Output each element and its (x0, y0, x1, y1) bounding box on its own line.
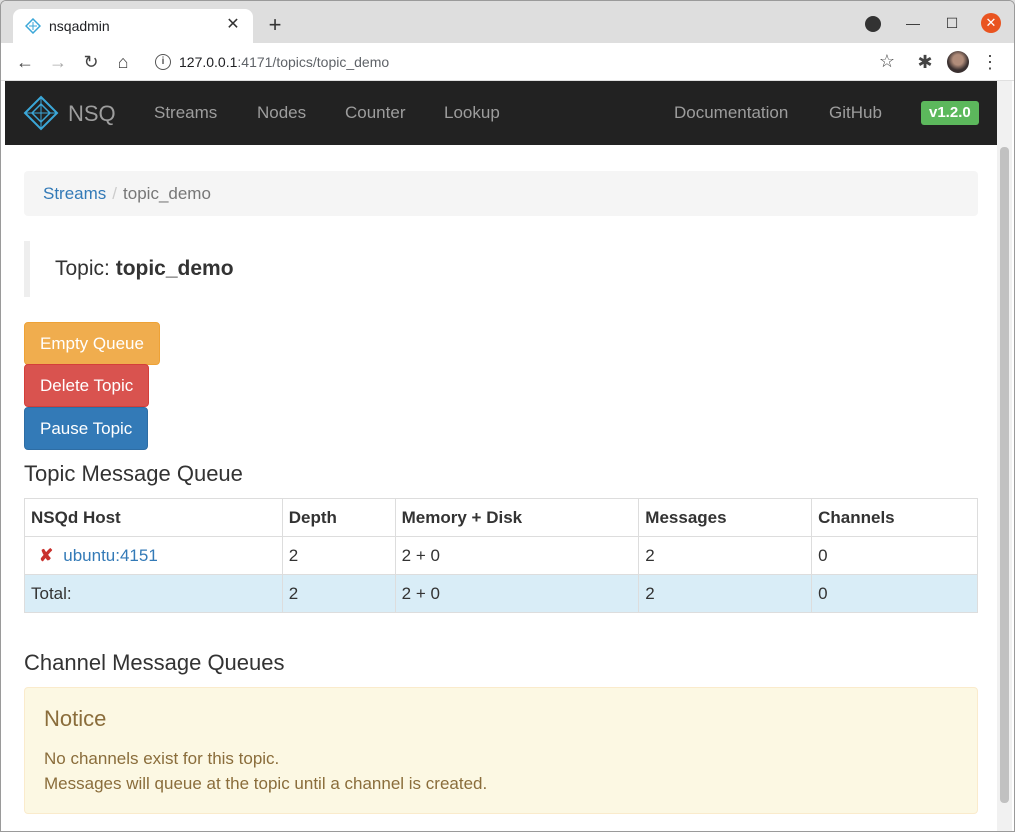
scrollbar-thumb[interactable] (1000, 147, 1009, 803)
delete-topic-button[interactable]: Delete Topic (24, 364, 150, 407)
chrome-menu-down-icon[interactable] (865, 16, 881, 32)
topic-queue-table: NSQd Host Depth Memory + Disk Messages C… (24, 498, 978, 613)
nav-streams[interactable]: Streams (154, 103, 217, 123)
messages-cell: 2 (638, 536, 813, 575)
total-row: Total: 2 2 + 0 2 0 (24, 574, 978, 613)
total-depth: 2 (281, 574, 396, 613)
host-link[interactable]: ubuntu:4151 (63, 546, 158, 565)
minimize-icon[interactable]: — (903, 13, 923, 33)
nav-nodes[interactable]: Nodes (257, 103, 306, 123)
total-label: Total: (24, 574, 283, 613)
maximize-icon[interactable]: ☐ (942, 13, 962, 33)
nav-github[interactable]: GitHub (829, 103, 882, 123)
topic-label: Topic: (55, 257, 110, 280)
back-arrow-icon[interactable]: ← (13, 50, 37, 74)
forward-arrow-icon[interactable]: → (46, 50, 70, 74)
extensions-puzzle-icon[interactable]: ✱ (913, 50, 937, 74)
channel-queue-heading: Channel Message Queues (24, 650, 285, 675)
nav-counter[interactable]: Counter (345, 103, 405, 123)
column-header: Memory + Disk (394, 498, 640, 537)
info-icon[interactable]: i (155, 54, 171, 70)
reload-icon[interactable]: ↻ (79, 50, 103, 74)
table-header-row: NSQd Host Depth Memory + Disk Messages C… (24, 498, 978, 537)
home-icon[interactable]: ⌂ (111, 50, 135, 74)
nav-documentation[interactable]: Documentation (674, 103, 788, 123)
topic-queue-heading: Topic Message Queue (24, 461, 243, 486)
close-icon[interactable]: ✕ (223, 15, 243, 35)
browser-window: nsqadmin ✕ + — ☐ ✕ ← → ↻ ⌂ i 127.0.0.1:4… (0, 0, 1015, 832)
browser-toolbar: ← → ↻ ⌂ i 127.0.0.1:4171/topics/topic_de… (1, 43, 1014, 81)
notice-line: Messages will queue at the topic until a… (44, 774, 488, 793)
total-mem-disk: 2 + 0 (394, 574, 640, 613)
nsq-favicon-icon (25, 18, 41, 34)
top-navbar: NSQ Streams Nodes Counter Lookup Documen… (5, 81, 997, 145)
browser-tab[interactable]: nsqadmin ✕ (13, 9, 253, 43)
column-header: Depth (281, 498, 396, 537)
nsq-logo-icon (23, 95, 59, 131)
notice-line: No channels exist for this topic. (44, 749, 280, 768)
tombstone-x-icon[interactable]: ✘ (39, 546, 53, 565)
mem-disk-cell: 2 + 0 (394, 536, 640, 575)
table-row: ✘ ubuntu:4151 2 2 + 0 2 0 (24, 536, 978, 575)
nav-lookup[interactable]: Lookup (444, 103, 500, 123)
page-title: Topic: topic_demo (24, 241, 978, 297)
version-badge: v1.2.0 (921, 101, 979, 125)
kebab-menu-icon[interactable]: ⋮ (978, 50, 1002, 74)
column-header: Channels (811, 498, 978, 537)
column-header: Messages (638, 498, 813, 537)
channels-cell: 0 (811, 536, 978, 575)
url-text: 127.0.0.1:4171/topics/topic_demo (179, 54, 390, 70)
notice-title: Notice (44, 706, 107, 731)
plus-icon[interactable]: + (263, 13, 287, 37)
pause-topic-button[interactable]: Pause Topic (24, 407, 149, 450)
host-cell: ✘ ubuntu:4151 (24, 536, 283, 575)
window-close-icon[interactable]: ✕ (981, 13, 1001, 33)
notice-alert: Notice No channels exist for this topic.… (24, 687, 978, 814)
topic-name: topic_demo (115, 257, 234, 280)
breadcrumb: Streams / topic_demo (24, 171, 978, 216)
breadcrumb-streams-link[interactable]: Streams (43, 184, 106, 203)
profile-avatar[interactable] (947, 51, 969, 73)
total-channels: 0 (811, 574, 978, 613)
address-bar[interactable]: i 127.0.0.1:4171/topics/topic_demo ☆ (147, 48, 905, 76)
page-scrollbar[interactable] (997, 81, 1012, 831)
brand-text: NSQ (68, 101, 116, 126)
breadcrumb-current: topic_demo (123, 184, 211, 203)
empty-queue-button[interactable]: Empty Queue (24, 322, 160, 365)
column-header: NSQd Host (24, 498, 283, 537)
page-viewport: NSQ Streams Nodes Counter Lookup Documen… (5, 81, 997, 831)
depth-cell: 2 (281, 536, 396, 575)
tab-strip: nsqadmin ✕ + — ☐ ✕ (1, 1, 1014, 43)
bookmark-star-icon[interactable]: ☆ (879, 51, 895, 72)
breadcrumb-separator: / (112, 184, 118, 203)
total-messages: 2 (638, 574, 813, 613)
tab-title: nsqadmin (49, 18, 110, 34)
